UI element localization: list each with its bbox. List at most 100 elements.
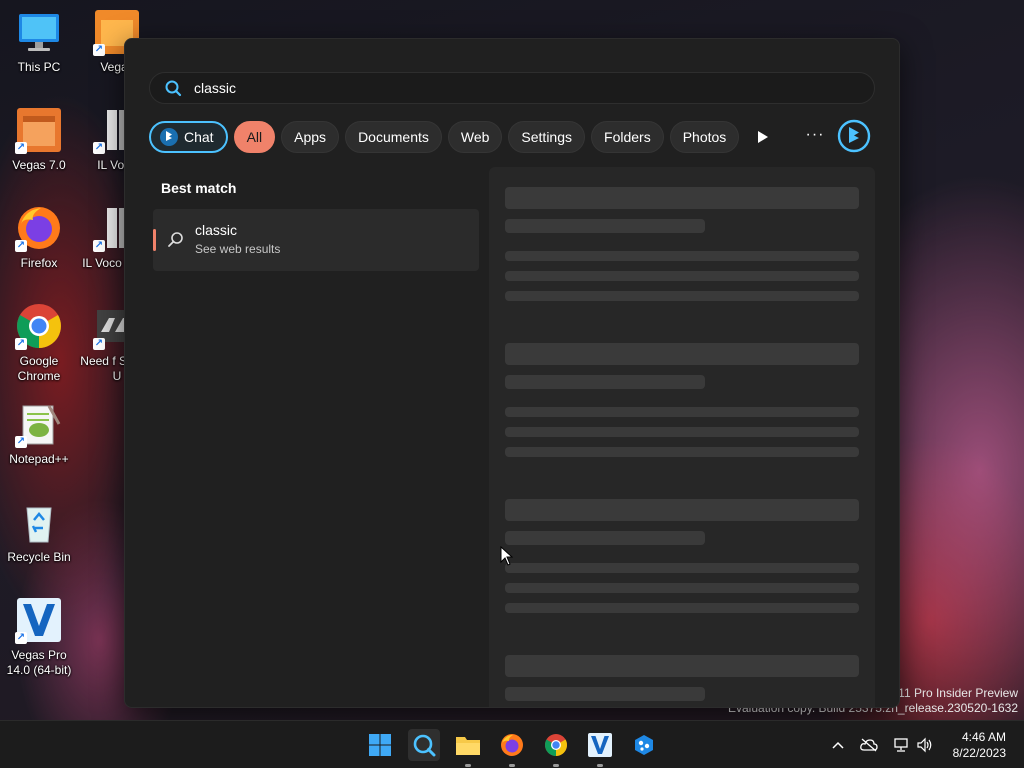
preview-pane-loading (489, 167, 875, 707)
chevron-up-icon (832, 741, 844, 749)
show-hidden-icons-button[interactable] (828, 721, 848, 768)
shortcut-arrow-icon: ↗ (93, 44, 105, 56)
skeleton-block (505, 291, 859, 301)
chrome-icon (545, 734, 567, 756)
search-box[interactable] (149, 72, 875, 104)
onedrive-tray-button[interactable] (858, 721, 880, 768)
filter-settings[interactable]: Settings (508, 121, 586, 153)
network-tray-button[interactable] (890, 721, 912, 768)
desktop-icon-notepad-plus-plus[interactable]: ↗ Notepad++ (1, 400, 77, 467)
file-explorer-icon (456, 737, 480, 755)
start-icon (369, 734, 391, 756)
notepad-plus-plus-icon: ↗ (15, 400, 63, 448)
running-indicator (465, 764, 471, 767)
mouse-cursor-icon (500, 546, 514, 566)
desktop-icon-vegas-7[interactable]: ↗ Vegas 7.0 (1, 106, 77, 173)
taskbar-chrome[interactable] (540, 729, 572, 767)
firefox-icon: ↗ (15, 204, 63, 252)
skeleton-block (505, 447, 859, 457)
desktop-icon-label: This PC (17, 60, 61, 74)
taskbar-firefox[interactable] (496, 729, 528, 767)
search-input[interactable] (194, 80, 794, 96)
filter-documents[interactable]: Documents (345, 121, 442, 153)
search-icon (165, 80, 182, 97)
more-filters-play-button[interactable] (751, 125, 775, 149)
shortcut-arrow-icon: ↗ (93, 338, 105, 350)
shortcut-arrow-icon: ↗ (15, 632, 27, 644)
vegas-pro-icon (588, 733, 612, 757)
running-indicator (597, 764, 603, 767)
skeleton-block (505, 187, 859, 209)
network-icon (894, 738, 908, 752)
running-indicator (553, 764, 559, 767)
selection-accent (153, 229, 156, 251)
filter-label: Folders (604, 129, 651, 145)
skeleton-block (505, 687, 705, 701)
best-match-result[interactable]: classic See web results (153, 209, 479, 271)
taskbar: 4:46 AM 8/22/2023 (0, 720, 1024, 768)
taskbar-vegas-pro[interactable] (584, 729, 616, 767)
filter-all[interactable]: All (233, 121, 276, 153)
desktop-icon-label: Google Chrome (17, 354, 61, 383)
cloud-offline-icon (860, 738, 878, 752)
recycle-bin-icon (15, 498, 63, 546)
shortcut-arrow-icon: ↗ (93, 142, 105, 154)
skeleton-block (505, 603, 859, 613)
filter-label: Settings (521, 129, 573, 145)
taskbar-clock[interactable]: 4:46 AM 8/22/2023 (953, 729, 1006, 761)
filter-label: All (246, 129, 263, 145)
more-options-button[interactable]: ··· (801, 125, 829, 149)
cloud-app-icon (635, 735, 653, 755)
chrome-icon: ↗ (15, 302, 63, 350)
shortcut-arrow-icon: ↗ (15, 240, 27, 252)
skeleton-block (505, 251, 859, 261)
filter-label: Photos (682, 129, 727, 145)
clock-time: 4:46 AM (961, 730, 1006, 744)
search-icon (413, 734, 436, 757)
desktop-icon-recycle-bin[interactable]: Recycle Bin (1, 498, 77, 565)
taskbar-file-explorer[interactable] (452, 729, 484, 767)
skeleton-block (505, 499, 859, 521)
result-title: classic (195, 222, 238, 238)
filter-folders[interactable]: Folders (591, 121, 664, 153)
desktop-icon-label: Notepad++ (9, 452, 69, 466)
filter-label: Web (460, 129, 490, 145)
clock-date: 8/22/2023 (952, 746, 1006, 760)
filter-label: Apps (294, 129, 327, 145)
skeleton-block (505, 271, 859, 281)
desktop-icon-google-chrome[interactable]: ↗ Google Chrome (1, 302, 77, 384)
search-flyout: Chat All Apps Documents Web Settings Fol… (124, 38, 900, 708)
filter-label: Documents (358, 129, 429, 145)
filter-web[interactable]: Web (447, 121, 503, 153)
desktop-icon-vegas-pro-14[interactable]: ↗ Vegas Pro 14.0 (64-bit) (1, 596, 77, 678)
play-icon (758, 131, 768, 143)
skeleton-block (505, 407, 859, 417)
bing-button[interactable] (837, 119, 871, 153)
shortcut-arrow-icon: ↗ (15, 142, 27, 154)
taskbar-search-button[interactable] (408, 729, 440, 761)
taskbar-start-button[interactable] (364, 729, 396, 761)
desktop-icon-label: Vegas Pro 14.0 (64-bit) (6, 648, 72, 677)
vegas-pro-icon: ↗ (15, 596, 63, 644)
filter-chat[interactable]: Chat (149, 121, 228, 153)
shortcut-arrow-icon: ↗ (15, 436, 27, 448)
desktop-icon-label: Vegas 7.0 (12, 158, 66, 172)
desktop-icon-firefox[interactable]: ↗ Firefox (1, 204, 77, 271)
filter-label: Chat (184, 129, 214, 145)
skeleton-block (505, 531, 705, 545)
monitor-icon (15, 8, 63, 56)
filter-photos[interactable]: Photos (669, 121, 740, 153)
skeleton-block (505, 427, 859, 437)
skeleton-block (505, 563, 859, 573)
skeleton-block (505, 219, 705, 233)
desktop-icon-this-pc[interactable]: This PC (1, 8, 77, 75)
result-subtitle: See web results (195, 242, 281, 256)
filter-apps[interactable]: Apps (281, 121, 340, 153)
skeleton-block (505, 375, 705, 389)
volume-tray-button[interactable] (914, 721, 936, 768)
best-match-heading: Best match (161, 180, 237, 196)
taskbar-cloud-app[interactable] (628, 729, 660, 761)
bing-icon (837, 119, 871, 153)
skeleton-block (505, 343, 859, 365)
speaker-icon (917, 737, 932, 753)
